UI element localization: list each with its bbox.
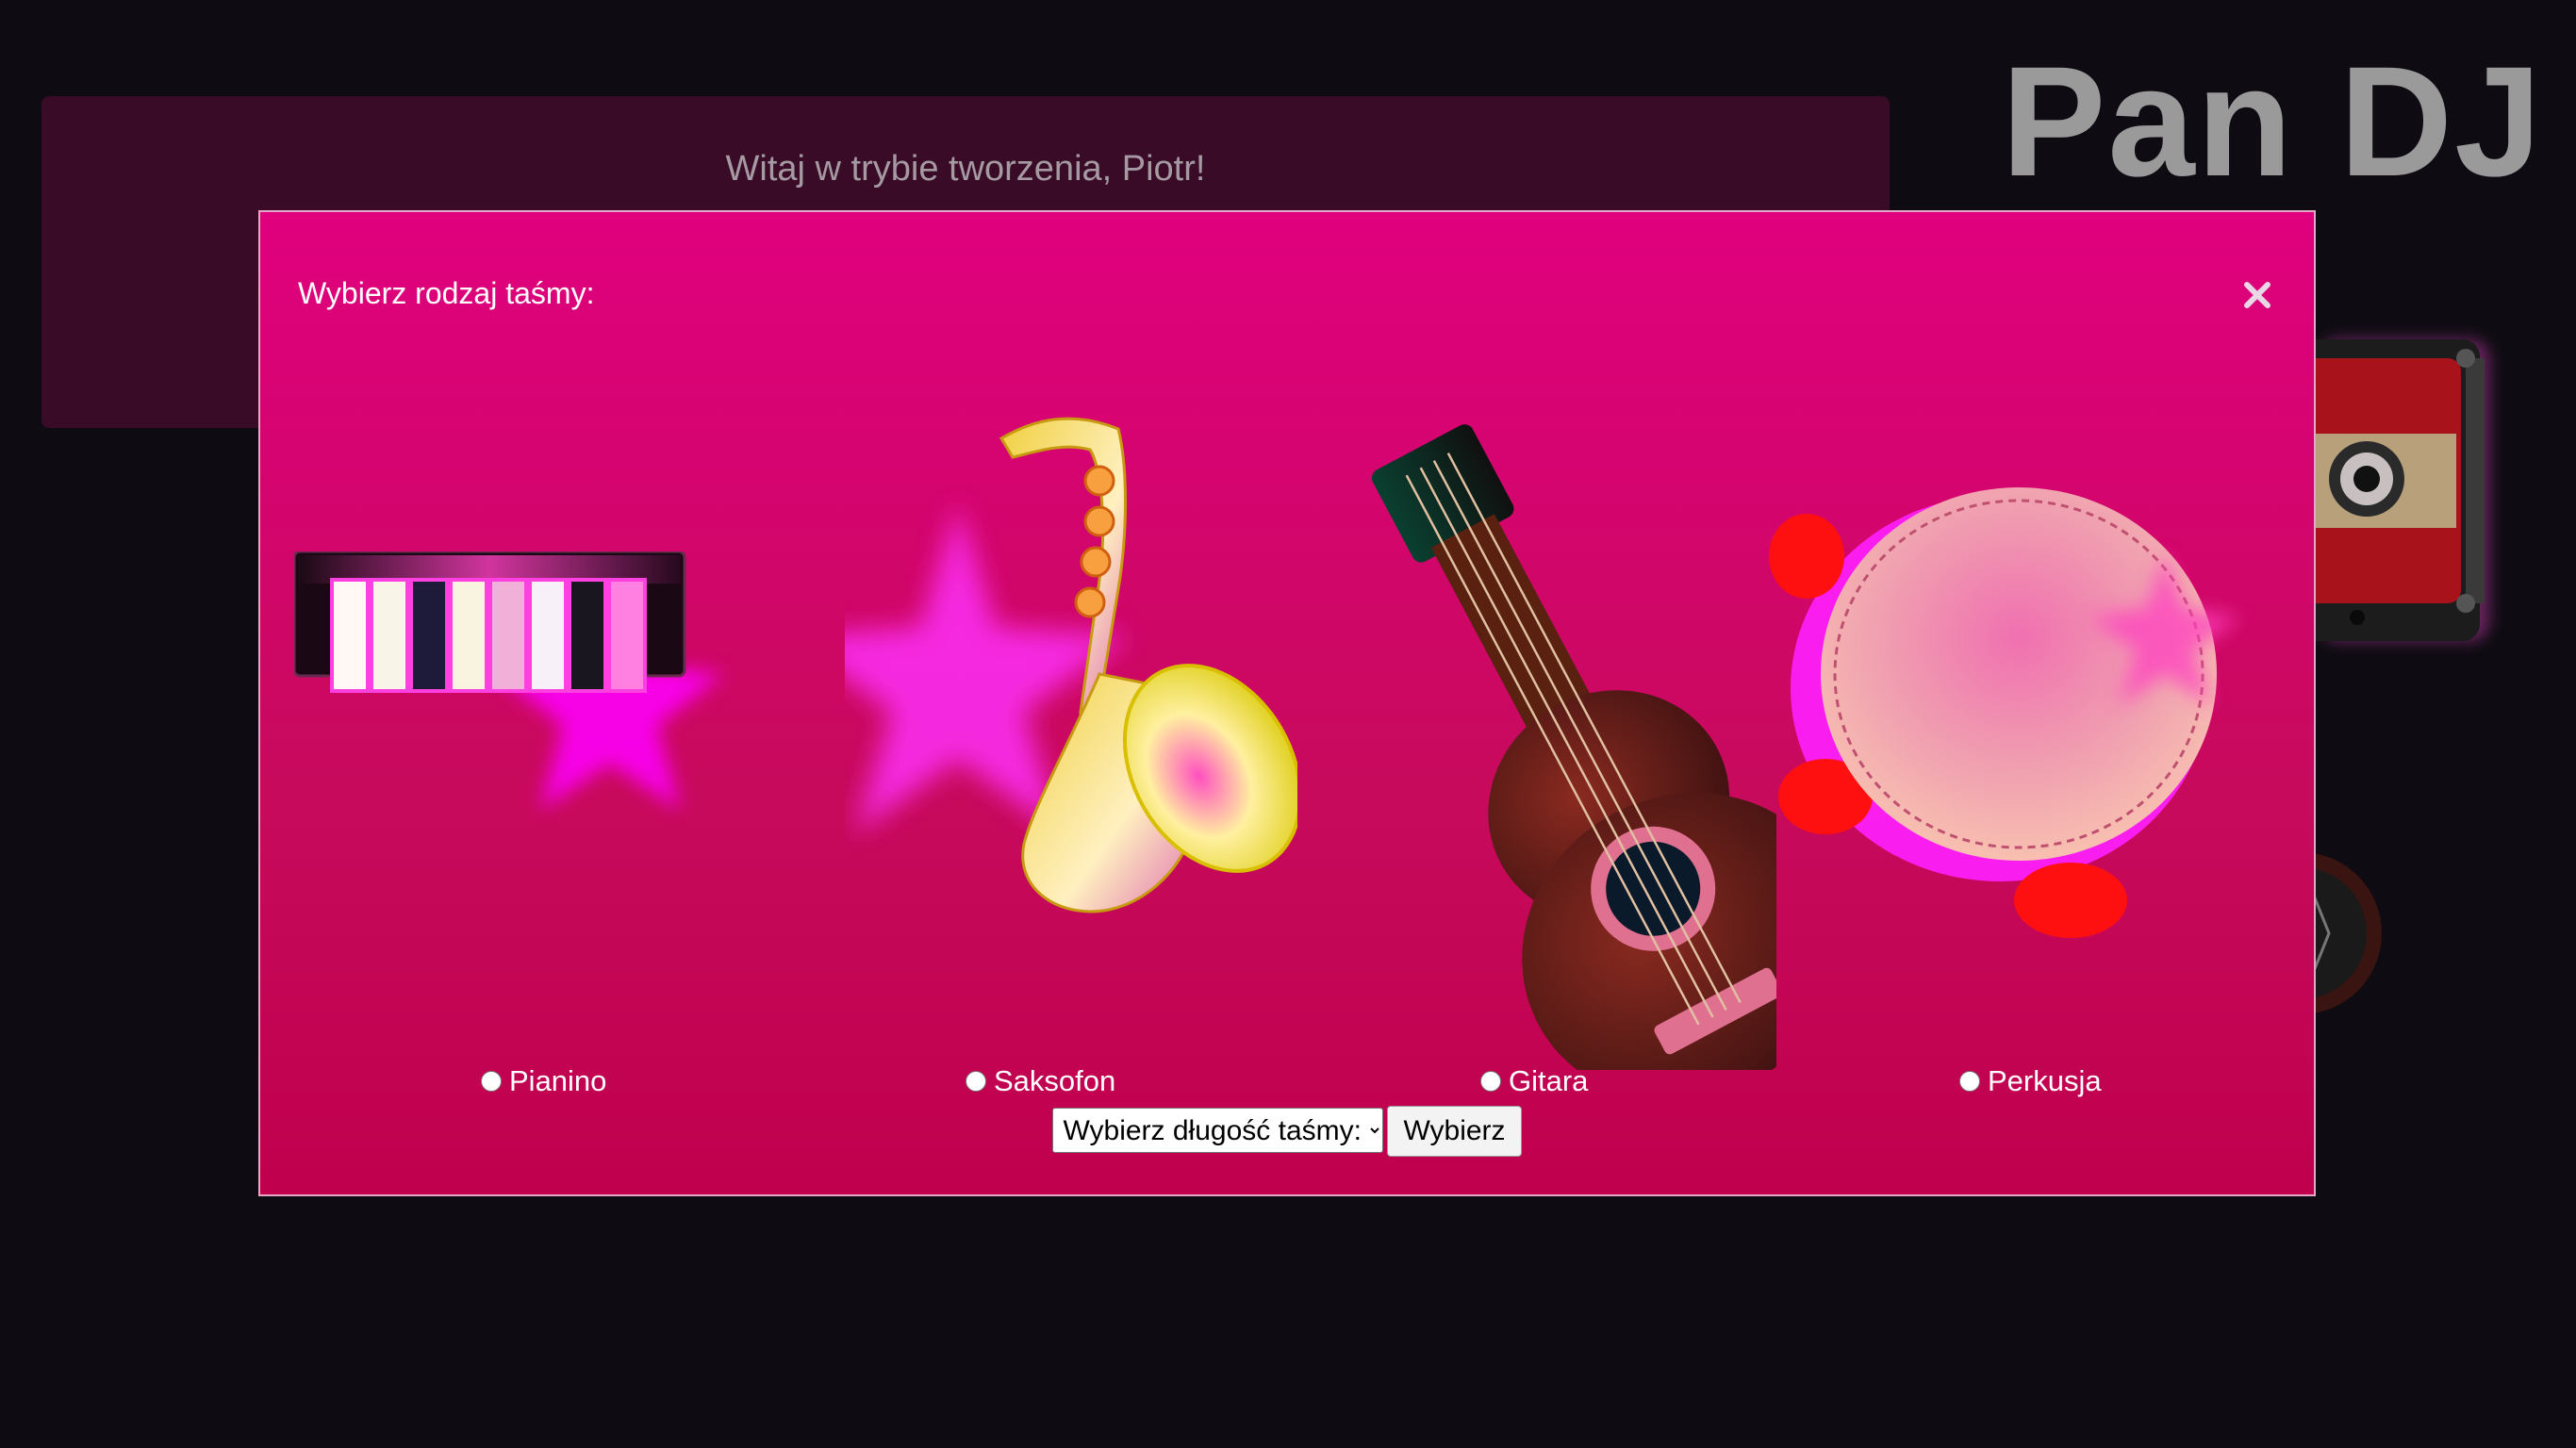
radio-perkusja[interactable]	[1959, 1071, 1980, 1092]
dialog-title: Wybierz rodzaj taśmy:	[298, 276, 595, 310]
tambourine-icon	[1769, 487, 2240, 938]
welcome-text: Witaj w trybie tworzenia, Piotr!	[725, 149, 1206, 189]
option-label-gitara: Gitara	[1509, 1064, 1589, 1097]
close-button[interactable]	[2235, 272, 2280, 318]
piano-icon	[294, 551, 723, 811]
tape-type-dialog: Wybierz rodzaj taśmy: Pianino Saksofon G…	[258, 210, 2316, 1196]
option-label-perkusja: Perkusja	[1988, 1064, 2102, 1097]
option-pianino[interactable]: Pianino	[481, 1064, 606, 1098]
guitar-icon	[1371, 424, 1776, 1070]
option-saksofon[interactable]: Saksofon	[966, 1064, 1115, 1098]
radio-gitara[interactable]	[1480, 1071, 1501, 1092]
choose-button[interactable]: Wybierz	[1387, 1106, 1522, 1157]
cassette-icon	[2301, 339, 2489, 641]
option-label-saksofon: Saksofon	[994, 1064, 1116, 1097]
close-icon	[2244, 282, 2271, 308]
option-perkusja[interactable]: Perkusja	[1959, 1064, 2102, 1098]
tape-length-select[interactable]: Wybierz długość taśmy:	[1052, 1108, 1384, 1153]
radio-pianino[interactable]	[481, 1071, 502, 1092]
app-title: Pan DJ	[2001, 35, 2544, 209]
dialog-controls: Wybierz długość taśmy: Wybierz	[260, 1106, 2314, 1157]
saxophone-icon	[845, 417, 1297, 913]
radio-saksofon[interactable]	[966, 1071, 986, 1092]
option-gitara[interactable]: Gitara	[1480, 1064, 1588, 1098]
option-label-pianino: Pianino	[509, 1064, 607, 1097]
